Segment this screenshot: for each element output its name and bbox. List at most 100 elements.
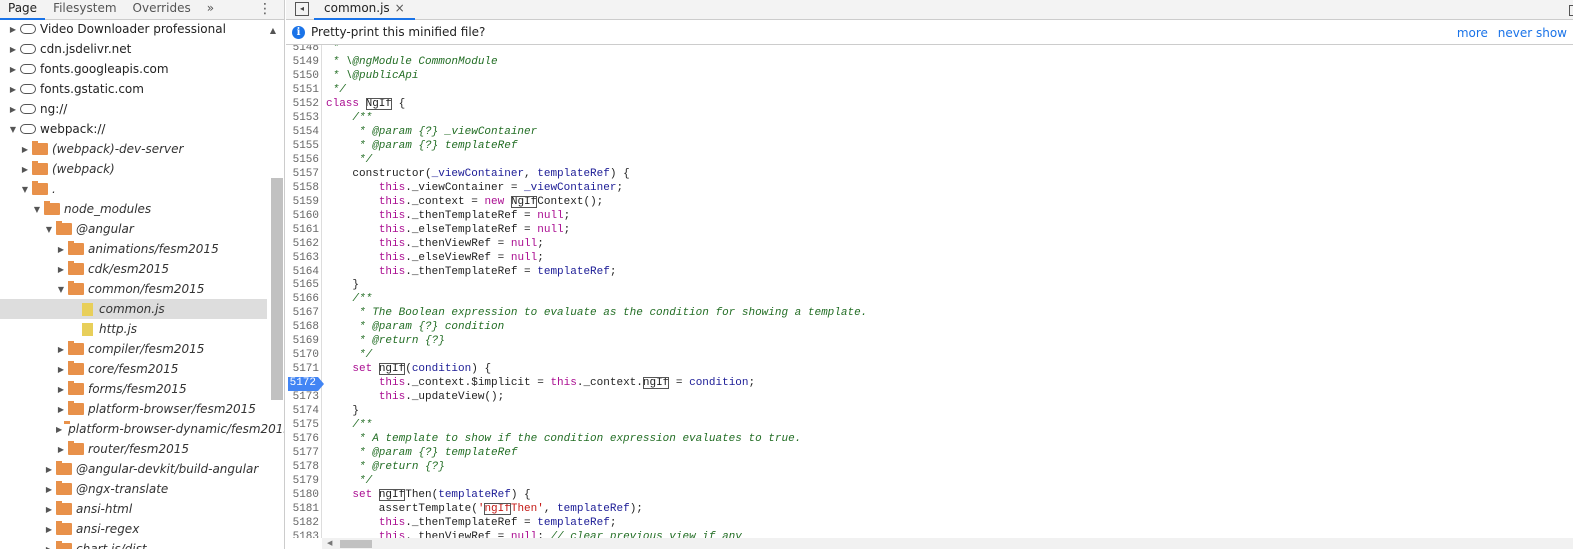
expanded-arrow-icon[interactable]: ▼ xyxy=(56,285,66,294)
tree-item[interactable]: ▶ @ngx-translate xyxy=(0,479,267,499)
tree-item[interactable]: ▼. xyxy=(0,179,267,199)
tree-item[interactable]: ▼ webpack:// xyxy=(0,119,267,139)
never-show-link[interactable]: never show xyxy=(1498,26,1567,40)
collapsed-arrow-icon[interactable]: ▶ xyxy=(44,545,54,549)
line-number[interactable]: 5158 xyxy=(286,182,319,196)
tree-item[interactable]: ▼ common/fesm2015 xyxy=(0,279,267,299)
tree-item[interactable]: ▶ chart.js/dist xyxy=(0,539,267,549)
more-tabs-button[interactable]: » xyxy=(199,0,222,20)
line-number[interactable]: 5173 xyxy=(286,391,319,405)
line-number[interactable]: 5177 xyxy=(286,447,319,461)
toggle-navigator-icon[interactable]: ◂ xyxy=(295,2,309,16)
collapsed-arrow-icon[interactable]: ▶ xyxy=(20,145,30,154)
line-number[interactable]: 5176 xyxy=(286,433,319,447)
line-number[interactable]: 5157 xyxy=(286,168,319,182)
line-number[interactable]: 5168 xyxy=(286,321,319,335)
tab-filesystem[interactable]: Filesystem xyxy=(45,0,124,20)
tree-item[interactable]: ▶ fonts.googleapis.com xyxy=(0,59,267,79)
scroll-left-icon[interactable]: ◀ xyxy=(327,539,332,547)
line-number[interactable]: 5181 xyxy=(286,503,319,517)
collapsed-arrow-icon[interactable]: ▶ xyxy=(8,45,18,54)
line-number[interactable]: 5154 xyxy=(286,126,319,140)
line-number[interactable]: 5148 xyxy=(286,45,319,56)
tree-item[interactable]: ▶ ng:// xyxy=(0,99,267,119)
line-number[interactable]: 5149 xyxy=(286,56,319,70)
line-number[interactable]: 5175 xyxy=(286,419,319,433)
line-number[interactable]: 5170 xyxy=(286,349,319,363)
collapsed-arrow-icon[interactable]: ▶ xyxy=(8,25,18,34)
line-number[interactable]: 5166 xyxy=(286,293,319,307)
line-number[interactable]: 5178 xyxy=(286,461,319,475)
tree-item[interactable]: common.js xyxy=(0,299,267,319)
line-number[interactable]: 5159 xyxy=(286,196,319,210)
tree-item[interactable]: ▼ node_modules xyxy=(0,199,267,219)
line-number[interactable]: 5156 xyxy=(286,154,319,168)
tree-item[interactable]: ▶ platform-browser-dynamic/fesm2015 xyxy=(0,419,284,439)
line-number[interactable]: 5179 xyxy=(286,475,319,489)
line-number[interactable]: 5152 xyxy=(286,98,319,112)
line-number[interactable]: 5164 xyxy=(286,266,319,280)
expanded-arrow-icon[interactable]: ▼ xyxy=(44,225,54,234)
tree-item[interactable]: http.js xyxy=(0,319,267,339)
tab-common-js[interactable]: common.js × xyxy=(314,0,415,20)
line-number[interactable]: 5151 xyxy=(286,84,319,98)
more-link[interactable]: more xyxy=(1457,26,1488,40)
line-number[interactable]: 5162 xyxy=(286,238,319,252)
collapsed-arrow-icon[interactable]: ▶ xyxy=(44,525,54,534)
line-number[interactable]: 5160 xyxy=(286,210,319,224)
collapsed-arrow-icon[interactable]: ▶ xyxy=(8,85,18,94)
tree-item[interactable]: ▶ router/fesm2015 xyxy=(0,439,267,459)
line-number[interactable]: 5167 xyxy=(286,307,319,321)
line-number[interactable]: 5182 xyxy=(286,517,319,531)
tree-item[interactable]: ▶ core/fesm2015 xyxy=(0,359,267,379)
tree-item[interactable]: ▼ @angular xyxy=(0,219,267,239)
more-options-icon[interactable]: ⋮ xyxy=(258,1,272,17)
tree-item[interactable]: ▶ Video Downloader professional xyxy=(0,19,267,39)
collapsed-arrow-icon[interactable]: ▶ xyxy=(56,365,66,374)
line-number[interactable]: 5161 xyxy=(286,224,319,238)
line-number[interactable]: 5171 xyxy=(286,363,319,377)
collapsed-arrow-icon[interactable]: ▶ xyxy=(56,445,66,454)
expanded-arrow-icon[interactable]: ▼ xyxy=(32,205,42,214)
line-number[interactable]: 5169 xyxy=(286,335,319,349)
tree-item[interactable]: ▶ animations/fesm2015 xyxy=(0,239,267,259)
tree-item[interactable]: ▶ platform-browser/fesm2015 xyxy=(0,399,267,419)
code-editor[interactable]: 5148 * 5149 * \@ngModule CommonModule 5150… xyxy=(286,45,1573,538)
line-number[interactable]: 5174 xyxy=(286,405,319,419)
collapsed-arrow-icon[interactable]: ▶ xyxy=(56,385,66,394)
tree-item[interactable]: ▶ compiler/fesm2015 xyxy=(0,339,267,359)
vertical-scrollbar[interactable] xyxy=(271,178,283,400)
tree-item[interactable]: ▶ forms/fesm2015 xyxy=(0,379,267,399)
collapsed-arrow-icon[interactable]: ▶ xyxy=(56,345,66,354)
close-icon[interactable]: × xyxy=(395,1,405,15)
toggle-debugger-icon[interactable] xyxy=(1569,5,1573,16)
tree-item[interactable]: ▶ (webpack) xyxy=(0,159,267,179)
collapsed-arrow-icon[interactable]: ▶ xyxy=(44,505,54,514)
collapsed-arrow-icon[interactable]: ▶ xyxy=(56,245,66,254)
collapsed-arrow-icon[interactable]: ▶ xyxy=(56,265,66,274)
collapsed-arrow-icon[interactable]: ▶ xyxy=(56,405,66,414)
line-number[interactable]: 5163 xyxy=(286,252,319,266)
collapsed-arrow-icon[interactable]: ▶ xyxy=(20,165,30,174)
collapsed-arrow-icon[interactable]: ▶ xyxy=(8,65,18,74)
tree-item[interactable]: ▶ cdk/esm2015 xyxy=(0,259,267,279)
tree-item[interactable]: ▶ fonts.gstatic.com xyxy=(0,79,267,99)
horizontal-scrollbar[interactable]: ◀ xyxy=(322,538,1573,549)
tree-item[interactable]: ▶ (webpack)-dev-server xyxy=(0,139,267,159)
expanded-arrow-icon[interactable]: ▼ xyxy=(20,185,30,194)
line-number[interactable]: 5153 xyxy=(286,112,319,126)
scrollbar-thumb[interactable] xyxy=(340,540,372,548)
tree-item[interactable]: ▶ cdn.jsdelivr.net xyxy=(0,39,267,59)
collapsed-arrow-icon[interactable]: ▶ xyxy=(56,425,62,434)
tree-item[interactable]: ▶ ansi-html xyxy=(0,499,267,519)
line-number[interactable]: 5180 xyxy=(286,489,319,503)
breakpoint-marker[interactable]: 5172 xyxy=(288,377,324,392)
collapsed-arrow-icon[interactable]: ▶ xyxy=(44,485,54,494)
line-number[interactable]: 5165 xyxy=(286,279,319,293)
line-number[interactable]: 5183 xyxy=(286,531,319,538)
tab-page[interactable]: Page xyxy=(0,0,46,20)
tab-overrides[interactable]: Overrides xyxy=(125,0,199,20)
tree-item[interactable]: ▶ @angular-devkit/build-angular xyxy=(0,459,267,479)
expanded-arrow-icon[interactable]: ▼ xyxy=(8,125,18,134)
line-number[interactable]: 5150 xyxy=(286,70,319,84)
